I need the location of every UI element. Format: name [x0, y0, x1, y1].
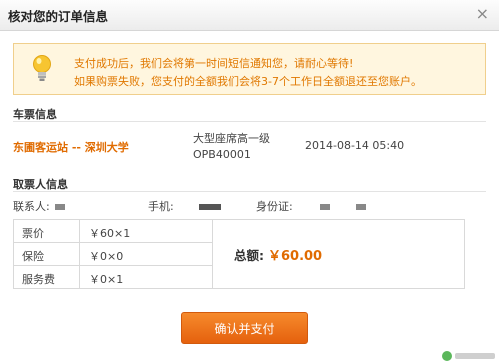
total-label: 总额:	[234, 248, 264, 263]
confirm-pay-button[interactable]: 确认并支付	[181, 312, 308, 344]
column-divider	[79, 220, 80, 288]
phone-label: 手机:	[148, 200, 174, 213]
fee-table: 票价 ￥60×1 保险 ￥0×0 服务费 ￥0×1 总额: ￥60.00	[13, 219, 465, 289]
column-divider	[212, 220, 213, 288]
fee-label: 保险	[22, 250, 44, 263]
passenger-divider	[13, 191, 486, 192]
contact-field: 联系人:	[13, 198, 66, 214]
fee-row-service: 服务费 ￥0×1	[14, 266, 212, 289]
close-icon[interactable]: ×	[476, 4, 489, 24]
fee-value: ￥0×1	[89, 273, 124, 286]
id-label: 身份证:	[256, 200, 293, 213]
fee-value: ￥0×0	[89, 250, 124, 263]
dialog-title: 核对您的订单信息	[8, 9, 109, 24]
total-value: ￥60.00	[267, 249, 323, 264]
order-total: 总额: ￥60.00	[234, 245, 322, 264]
notice-line-2: 如果购票失败，您支付的全额我们会将3-7个工作日全额退还至您账户。	[74, 75, 422, 88]
dialog-header: 核对您的订单信息 ×	[0, 0, 499, 31]
fee-row-fare: 票价 ￥60×1	[14, 220, 212, 243]
seat-type: 大型座席高一级	[193, 132, 270, 145]
train-number: OPB40001	[193, 148, 251, 161]
notice-line-1: 支付成功后，我们会将第一时间短信通知您，请耐心等待!	[74, 57, 354, 70]
passenger-section-title: 取票人信息	[13, 178, 68, 191]
contact-label: 联系人:	[13, 200, 50, 213]
contact-redacted	[55, 204, 66, 210]
phone-field: 手机:	[148, 198, 222, 214]
id-redacted-2	[355, 204, 366, 210]
lightbulb-icon	[33, 55, 51, 81]
fee-row-insurance: 保险 ￥0×0	[14, 243, 212, 266]
watermark-logo-icon	[442, 351, 495, 361]
ticket-divider	[13, 121, 486, 122]
id-redacted-1	[320, 204, 331, 210]
fee-label: 服务费	[22, 273, 55, 286]
phone-redacted	[199, 204, 222, 210]
fee-label: 票价	[22, 227, 44, 240]
route: 东圃客运站 -- 深圳大学	[13, 141, 129, 154]
payment-notice: 支付成功后，我们会将第一时间短信通知您，请耐心等待! 如果购票失败，您支付的全额…	[13, 43, 486, 95]
fee-value: ￥60×1	[89, 227, 131, 240]
departure-datetime: 2014-08-14 05:40	[305, 139, 405, 152]
ticket-section-title: 车票信息	[13, 108, 57, 121]
id-field: 身份证:	[256, 198, 366, 214]
